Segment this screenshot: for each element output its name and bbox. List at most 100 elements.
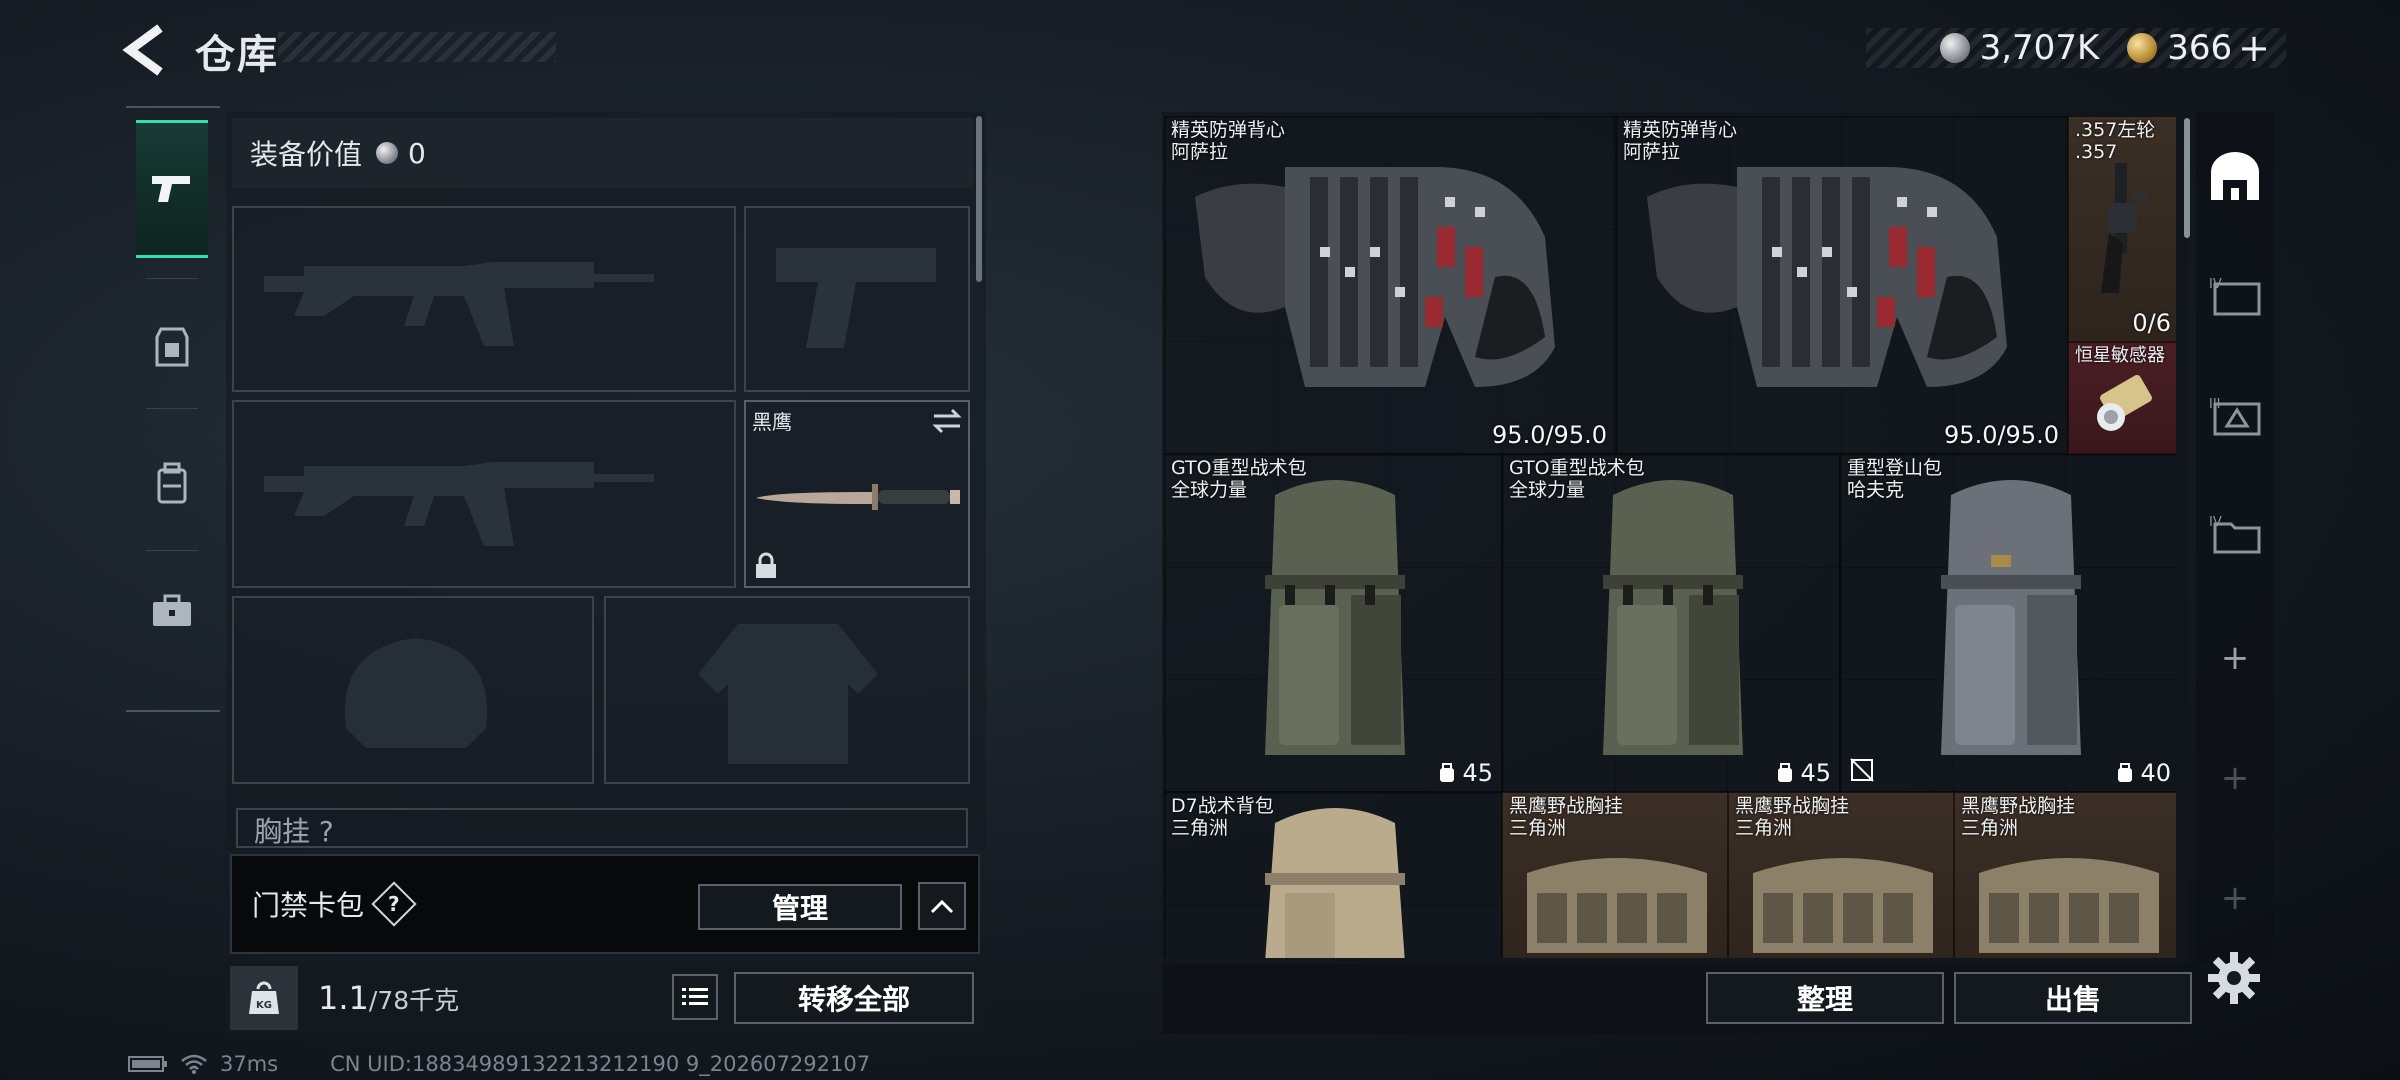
swap-icon[interactable]: [932, 408, 962, 434]
weight-current: 1.1: [318, 979, 369, 1017]
pistol-icon: [152, 176, 190, 202]
silver-coin-icon: [376, 142, 399, 164]
stash-tier-iii-icon: III: [2209, 397, 2261, 436]
loadout-category-tabs: [126, 106, 220, 712]
kg-label: KG: [256, 1000, 272, 1011]
durability: 95.0/95.0: [1492, 421, 1607, 449]
keycard-wallet-row: 门禁卡包 ? 管理: [230, 854, 980, 954]
stash-item-mountain-backpack[interactable]: 重型登山包 哈夫克 40: [1840, 454, 2176, 792]
backpack-image: [1603, 480, 1743, 755]
stash-tier-iv-icon: IV: [2209, 277, 2261, 316]
chest-rig-image: [1527, 858, 1707, 953]
capacity: 45: [1438, 759, 1493, 787]
stash-item-d7-backpack[interactable]: D7战术背包 三角洲: [1164, 792, 1502, 958]
silver-currency-amount: 3,707K: [1979, 28, 2100, 68]
battery-icon: [128, 1056, 167, 1072]
chest-rig-slot-label: 胸挂 ?: [236, 808, 968, 848]
chest-rig-image: [1979, 858, 2159, 953]
item-name: 重型登山包 哈夫克: [1847, 457, 1943, 501]
lock-icon: [756, 552, 776, 578]
primary-weapon-slot[interactable]: [232, 206, 736, 392]
melee-slot[interactable]: 黑鹰: [744, 400, 970, 588]
melee-name: 黑鹰: [752, 410, 792, 434]
capacity-value: 45: [1800, 759, 1831, 787]
stash-tier-iv-folder-icon: IV: [2209, 515, 2261, 554]
pistol-silhouette-icon: [776, 248, 936, 348]
add-currency-button[interactable]: +: [2238, 26, 2270, 70]
ammo-count: 0/6: [2132, 309, 2171, 337]
armor-icon: [155, 327, 189, 367]
kg-weight-icon: KG: [249, 981, 279, 1014]
backpack-image: [1265, 808, 1405, 958]
helmet-silhouette-icon: [344, 638, 488, 748]
secondary-weapon-slot[interactable]: [232, 400, 736, 588]
stash-item-star-sensor[interactable]: 恒星敏感器: [2068, 342, 2176, 454]
rifle-silhouette-icon: [264, 462, 654, 546]
keycard-wallet-label: 门禁卡包: [252, 889, 365, 922]
backpack-icon: [157, 462, 187, 504]
settings-button[interactable]: [2206, 950, 2262, 1006]
capacity: 45: [1776, 759, 1831, 787]
body-armor-slot[interactable]: [604, 596, 970, 784]
keycard-help-button[interactable]: ?: [371, 881, 417, 927]
knife-image: [756, 484, 960, 510]
stash-item-vest-2[interactable]: 精英防弹背心 阿萨拉 95.0/95.0: [1616, 116, 2068, 454]
title-decoration: [278, 32, 556, 62]
back-arrow-icon: [122, 24, 163, 76]
loadout-scrollbar[interactable]: [976, 116, 982, 282]
tab-backpack[interactable]: [136, 414, 208, 552]
stash-item-chest-rig-2[interactable]: 黑鹰野战胸挂 三角洲: [1728, 792, 1954, 958]
stash-item-gto-backpack-2[interactable]: GTO重型战术包 全球力量 45: [1502, 454, 1840, 792]
stash-item-chest-rig-1[interactable]: 黑鹰野战胸挂 三角洲: [1502, 792, 1728, 958]
back-button[interactable]: [118, 22, 176, 78]
backpack-capacity-icon: [1440, 763, 1455, 782]
collapse-button[interactable]: [918, 882, 966, 930]
body-armor-image: [1647, 167, 2007, 387]
helmet-slot[interactable]: [232, 596, 594, 784]
locked-stash-page-1[interactable]: +: [2196, 720, 2274, 836]
stash-item-revolver[interactable]: .357左轮 .357 0/6: [2068, 116, 2176, 342]
user-uid: CN UID:18834989132213212190 9_2026072921…: [330, 1052, 871, 1076]
equipment-value-row: 装备价值 0: [232, 118, 974, 188]
stash-page-4[interactable]: IV: [2196, 476, 2274, 592]
manage-button[interactable]: 管理: [698, 884, 902, 930]
sell-button[interactable]: 出售: [1954, 972, 2192, 1024]
tab-weapons[interactable]: [136, 120, 208, 258]
capacity: 40: [2116, 759, 2171, 787]
page-title: 仓库: [195, 32, 279, 78]
svg-text:III: III: [2209, 397, 2221, 412]
help-icon: ?: [388, 891, 400, 916]
currency-bar: 3,707K 366 +: [1866, 26, 2286, 70]
stash-item-chest-rig-3[interactable]: 黑鹰野战胸挂 三角洲: [1954, 792, 2176, 958]
rifle-silhouette-icon: [264, 262, 654, 346]
backpack-image: [1941, 480, 2081, 755]
weight-readout: 1.1/78千克: [318, 979, 459, 1017]
tab-armor[interactable]: [136, 278, 208, 416]
status-bar: 37ms CN UID:18834989132213212190 9_20260…: [128, 1052, 870, 1076]
no-insurance-icon: [1850, 758, 1874, 782]
stash-scrollbar[interactable]: [2184, 118, 2190, 238]
item-name: 黑鹰野战胸挂 三角洲: [1509, 795, 1624, 839]
tab-tools[interactable]: [136, 542, 208, 680]
capacity-value: 40: [2140, 759, 2171, 787]
svg-text:IV: IV: [2209, 277, 2222, 292]
stash-page-3[interactable]: III: [2196, 358, 2274, 474]
body-armor-image: [1195, 167, 1555, 387]
chest-rig-image: [1753, 858, 1933, 953]
stash-page-2[interactable]: IV: [2196, 238, 2274, 354]
transfer-all-button[interactable]: 转移全部: [734, 972, 974, 1024]
stash-page-main[interactable]: [2196, 118, 2274, 234]
backpack-capacity-icon: [2118, 763, 2133, 782]
settings-gear-icon: [2208, 952, 2260, 1004]
list-view-button[interactable]: [672, 974, 718, 1020]
weight-icon: KG: [230, 966, 298, 1030]
gold-currency-amount: 366: [2167, 28, 2233, 68]
item-name: 恒星敏感器: [2075, 345, 2165, 366]
stash-item-gto-backpack-1[interactable]: GTO重型战术包 全球力量 45: [1164, 454, 1502, 792]
sidearm-slot[interactable]: [744, 206, 970, 392]
sort-button[interactable]: 整理: [1706, 972, 1944, 1024]
stash-item-vest-1[interactable]: 精英防弹背心 阿萨拉 95.0/95.0: [1164, 116, 1616, 454]
revolver-image: [2101, 163, 2147, 293]
add-stash-page-button[interactable]: +: [2196, 600, 2274, 716]
locked-stash-page-2[interactable]: +: [2196, 840, 2274, 956]
